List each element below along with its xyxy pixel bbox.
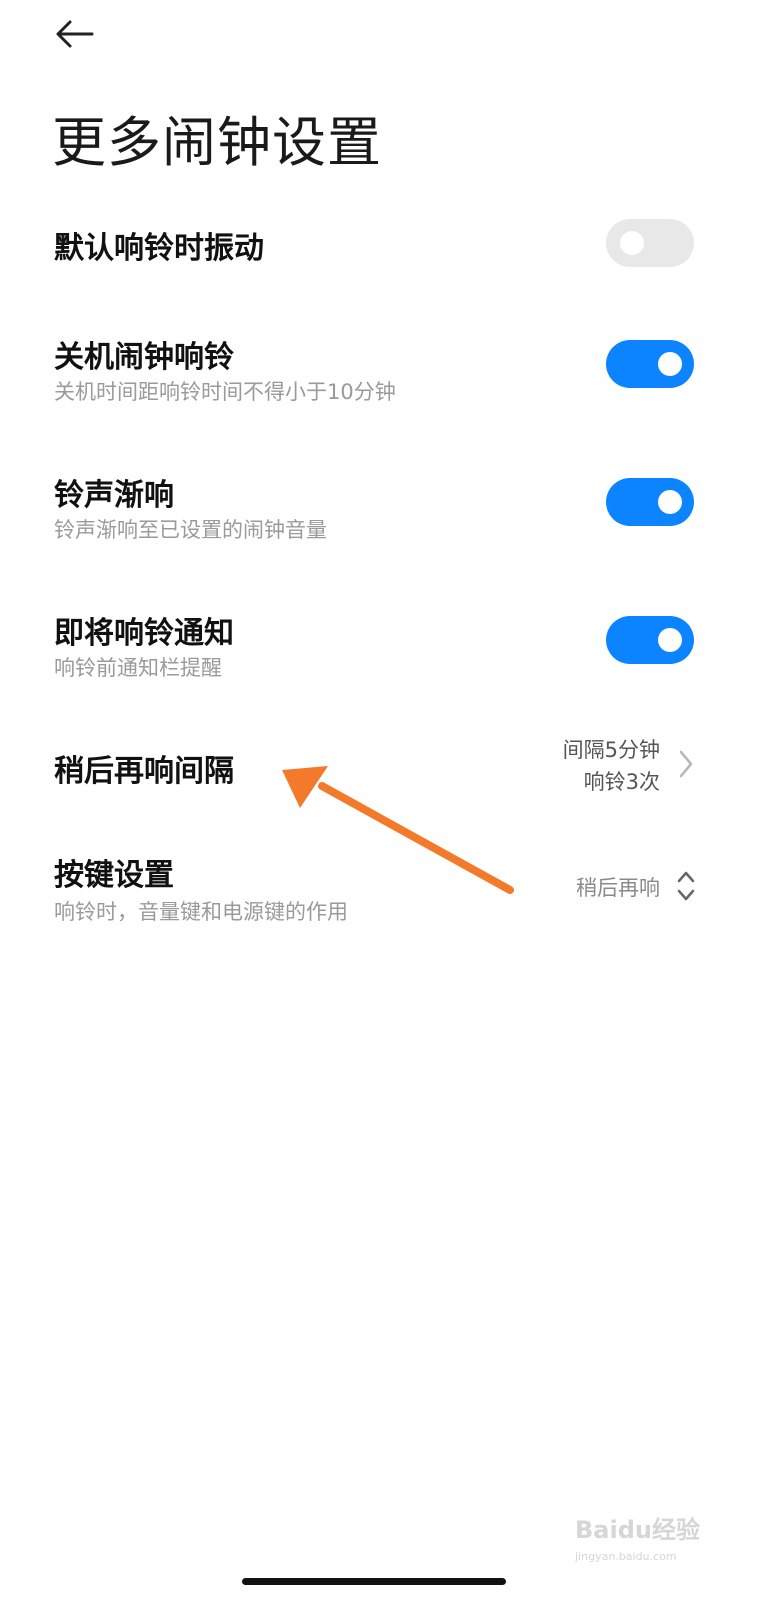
power-off-alarm-toggle[interactable]: [606, 340, 694, 388]
setting-row-button-settings[interactable]: 按键设置 响铃时，音量键和电源键的作用 稍后再响: [0, 838, 762, 938]
vibrate-toggle[interactable]: [606, 219, 694, 267]
setting-subtitle: 响铃时，音量键和电源键的作用: [54, 900, 348, 924]
setting-row-vibrate[interactable]: 默认响铃时振动: [0, 205, 762, 285]
page-title: 更多闹钟设置: [52, 111, 382, 174]
toggle-knob: [620, 231, 644, 255]
setting-row-snooze-interval[interactable]: 稍后再响间隔 间隔5分钟 响铃3次: [0, 722, 762, 812]
setting-title: 即将响铃通知: [54, 616, 234, 651]
toggle-knob: [658, 490, 682, 514]
snooze-count-value: 响铃3次: [583, 770, 660, 794]
button-settings-value: 稍后再响: [576, 876, 660, 900]
setting-title: 关机闹钟响铃: [54, 340, 234, 375]
back-button[interactable]: [48, 12, 100, 56]
setting-row-fade-in[interactable]: 铃声渐响 铃声渐响至已设置的闹钟音量: [0, 458, 762, 558]
upcoming-notice-toggle[interactable]: [606, 616, 694, 664]
baidu-watermark-url: jingyan.baidu.com: [575, 1550, 677, 1563]
setting-subtitle: 响铃前通知栏提醒: [54, 656, 222, 680]
home-indicator[interactable]: [242, 1578, 506, 1585]
toggle-knob: [658, 352, 682, 376]
fade-in-toggle[interactable]: [606, 478, 694, 526]
arrow-left-icon: [56, 20, 94, 48]
setting-title: 默认响铃时振动: [54, 231, 264, 266]
setting-title: 铃声渐响: [54, 478, 174, 513]
baidu-watermark: Baidu经验: [575, 1516, 700, 1544]
chevron-up-down-icon: [677, 871, 695, 901]
setting-title: 按键设置: [54, 858, 174, 893]
setting-subtitle: 关机时间距响铃时间不得小于10分钟: [54, 380, 396, 404]
toggle-knob: [658, 628, 682, 652]
chevron-right-icon: [679, 750, 693, 778]
setting-row-upcoming-notice[interactable]: 即将响铃通知 响铃前通知栏提醒: [0, 596, 762, 696]
snooze-interval-value: 间隔5分钟: [562, 738, 660, 762]
setting-subtitle: 铃声渐响至已设置的闹钟音量: [54, 518, 327, 542]
setting-row-power-off-alarm[interactable]: 关机闹钟响铃 关机时间距响铃时间不得小于10分钟: [0, 320, 762, 420]
setting-title: 稍后再响间隔: [54, 754, 234, 789]
